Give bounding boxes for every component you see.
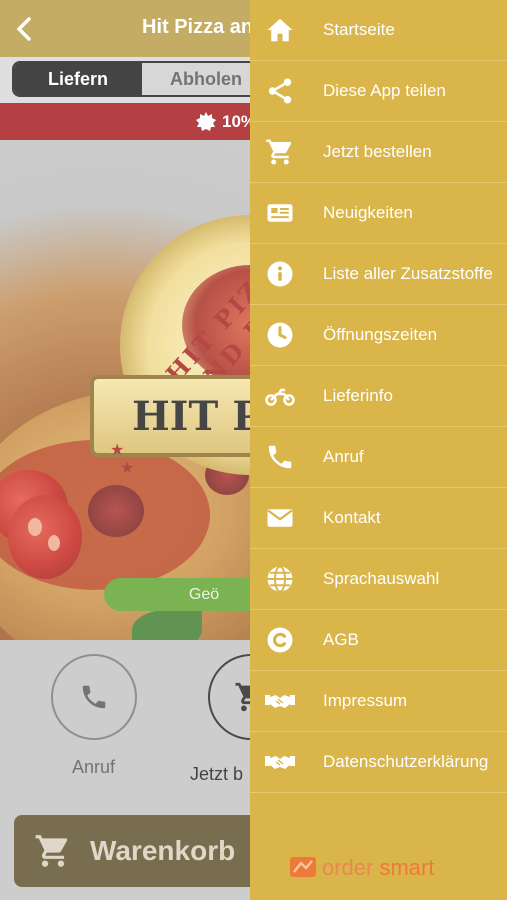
handshake-icon	[250, 732, 310, 793]
menu-item-news[interactable]: Neuigkeiten	[250, 183, 507, 244]
order-mode-toggle: Liefern Abholen	[12, 61, 272, 97]
menu-item-startseite[interactable]: Startseite	[250, 0, 507, 61]
header-title: Hit Pizza and	[142, 16, 266, 38]
handshake-icon	[250, 671, 310, 732]
menu-label: Lieferinfo	[323, 386, 393, 405]
order-now-label: Jetzt b	[190, 764, 244, 784]
star-icon: ★	[110, 442, 125, 459]
home-icon	[250, 0, 310, 61]
badge-icon	[196, 112, 216, 131]
brand-text-light: order	[322, 855, 374, 880]
menu-label: Sprachauswahl	[323, 569, 440, 588]
star-icon: ★	[120, 460, 135, 477]
menu-item-language[interactable]: Sprachauswahl	[250, 549, 507, 610]
motorcycle-icon	[250, 366, 310, 427]
menu-label: AGB	[323, 630, 359, 649]
menu-label: Kontakt	[323, 508, 381, 527]
menu-label: Datenschutzerklärung	[323, 752, 489, 771]
order-mode-delivery[interactable]: Liefern	[14, 63, 142, 95]
menu-item-call[interactable]: Anruf	[250, 427, 507, 488]
menu-label: Impressum	[323, 691, 408, 710]
cart-icon	[35, 835, 68, 867]
clock-icon	[250, 305, 310, 366]
back-button[interactable]	[0, 0, 48, 57]
menu-label: Öffnungszeiten	[323, 325, 438, 344]
chevron-left-icon	[17, 16, 31, 41]
globe-icon	[250, 549, 310, 610]
menu-item-share[interactable]: Diese App teilen	[250, 61, 507, 122]
menu-item-privacy[interactable]: Datenschutzerklärung	[250, 732, 507, 793]
share-icon	[250, 61, 310, 122]
menu-item-terms[interactable]: AGB	[250, 610, 507, 671]
menu-item-imprint[interactable]: Impressum	[250, 671, 507, 732]
info-icon	[250, 244, 310, 305]
open-status-text: Geö	[188, 585, 220, 603]
call-button[interactable]	[51, 654, 137, 740]
menu-item-additives[interactable]: Liste aller Zusatzstoffe	[250, 244, 507, 305]
menu-item-delivery-info[interactable]: Lieferinfo	[250, 366, 507, 427]
side-drawer: Startseite Diese App teilen Jetzt bestel…	[250, 0, 507, 900]
menu-item-contact[interactable]: Kontakt	[250, 488, 507, 549]
salami-slice	[88, 485, 144, 537]
tomato-seed	[48, 535, 60, 551]
menu-label: Anruf	[323, 447, 364, 466]
menu-label: Neuigkeiten	[323, 203, 413, 222]
phone-icon	[82, 685, 106, 709]
cart-icon	[250, 122, 310, 183]
brand-text-strong: smart	[379, 855, 435, 880]
menu-label: Jetzt bestellen	[323, 142, 432, 161]
envelope-icon	[250, 488, 310, 549]
menu-label: Liste aller Zusatzstoffe	[323, 264, 493, 283]
menu-item-order-now[interactable]: Jetzt bestellen	[250, 122, 507, 183]
menu-item-opening-hours[interactable]: Öffnungszeiten	[250, 305, 507, 366]
order-smart-logo: order smart	[290, 855, 434, 881]
tomato-slice	[8, 495, 82, 579]
basil-leaf	[132, 610, 202, 640]
order-smart-wordmark: order smart	[322, 855, 434, 881]
cart-label: Warenkorb	[90, 835, 236, 866]
copyright-icon	[250, 610, 310, 671]
newspaper-icon	[250, 183, 310, 244]
menu-label: Startseite	[323, 20, 395, 39]
menu-label: Diese App teilen	[323, 81, 446, 100]
call-button-label: Anruf	[72, 757, 116, 777]
order-smart-mark	[290, 857, 318, 879]
tomato-seed	[28, 518, 42, 536]
logo-banner-text: HIT P	[132, 392, 263, 440]
phone-icon	[250, 427, 310, 488]
